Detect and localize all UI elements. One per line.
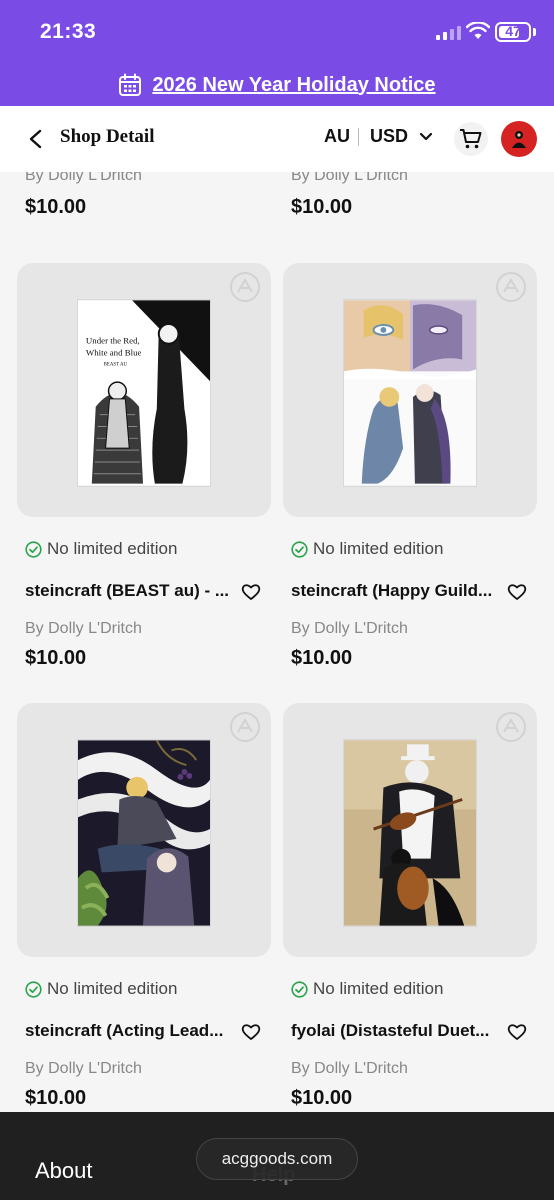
status-bar: 21:33 47 <box>0 0 554 64</box>
edition-badge-text: No limited edition <box>313 979 444 998</box>
watermark-logo-icon <box>230 712 260 742</box>
edition-badge: No limited edition <box>291 979 443 999</box>
cover-title-line: White and Blue <box>86 348 142 358</box>
product-thumbnail[interactable]: Under the Red, White and Blue BEAST AU <box>17 263 271 517</box>
edition-badge-text: No limited edition <box>47 979 178 998</box>
edition-badge: No limited edition <box>25 979 177 999</box>
signal-icon <box>436 24 461 40</box>
product-title[interactable]: steincraft (Happy Guild... <box>291 581 501 601</box>
calendar-icon <box>119 73 142 96</box>
edition-badge-text: No limited edition <box>47 539 178 558</box>
product-author: By Dolly L'Dritch <box>25 620 142 637</box>
product-price: $10.00 <box>25 1087 87 1109</box>
top-banner: 21:33 47 2026 New Year Holiday Notice <box>0 0 554 106</box>
site-footer: About Help acggoods.com <box>0 1112 554 1200</box>
holiday-notice-text: 2026 New Year Holiday Notice <box>152 73 436 96</box>
status-time: 21:33 <box>40 20 97 43</box>
product-title[interactable]: fyolai (Distasteful Duet... <box>291 1021 501 1041</box>
battery-cap <box>533 28 536 36</box>
wifi-icon <box>466 22 490 39</box>
page-title: Shop Detail <box>60 126 155 147</box>
product-title[interactable]: steincraft (BEAST au) - ... <box>25 581 235 601</box>
battery-level: 47 <box>505 23 521 39</box>
footer-about-link[interactable]: About <box>35 1158 93 1184</box>
user-avatar[interactable] <box>501 121 537 157</box>
product-grid: By Dolly L'Dritch $10.00 By Dolly L'Drit… <box>0 172 554 1112</box>
check-circle-icon <box>25 980 42 998</box>
cover-art-distasteful-duet <box>343 739 477 927</box>
edition-badge-text: No limited edition <box>313 539 444 558</box>
back-arrow-icon[interactable] <box>26 128 46 150</box>
product-author: By Dolly L'Dritch <box>291 172 408 184</box>
currency-selector[interactable]: USD <box>370 126 408 147</box>
cover-title-line: Under the Red, <box>86 336 140 346</box>
product-price: $10.00 <box>291 196 353 218</box>
avatar-figure-icon <box>512 131 526 148</box>
product-price: $10.00 <box>25 196 87 218</box>
watermark-logo-icon <box>230 272 260 302</box>
heart-icon[interactable] <box>241 583 261 601</box>
product-title[interactable]: steincraft (Acting Lead... <box>25 1021 235 1041</box>
check-circle-icon <box>291 980 308 998</box>
holiday-notice-link[interactable]: 2026 New Year Holiday Notice <box>0 66 554 104</box>
product-thumbnail[interactable] <box>283 263 537 517</box>
check-circle-icon <box>291 540 308 558</box>
cover-subtitle: BEAST AU <box>104 362 128 367</box>
product-thumbnail[interactable] <box>17 703 271 957</box>
product-author: By Dolly L'Dritch <box>25 1060 142 1077</box>
cover-art-beast-au: Under the Red, White and Blue BEAST AU <box>77 299 211 487</box>
edition-badge: No limited edition <box>25 539 177 559</box>
cart-icon <box>460 129 482 149</box>
heart-icon[interactable] <box>507 583 527 601</box>
cover-art-happy-guild <box>343 299 477 487</box>
product-thumbnail[interactable] <box>283 703 537 957</box>
cover-art-acting-lead <box>77 739 211 927</box>
divider <box>358 128 359 146</box>
heart-icon[interactable] <box>507 1023 527 1041</box>
top-nav: Shop Detail AU USD <box>0 106 554 172</box>
battery-icon: 47 <box>495 22 531 42</box>
product-price: $10.00 <box>25 647 87 669</box>
check-circle-icon <box>25 540 42 558</box>
browser-url-bar[interactable]: acggoods.com <box>196 1138 358 1180</box>
chevron-down-icon[interactable] <box>419 132 433 142</box>
product-price: $10.00 <box>291 647 353 669</box>
watermark-logo-icon <box>496 272 526 302</box>
cart-button[interactable] <box>454 122 488 156</box>
watermark-logo-icon <box>496 712 526 742</box>
product-price: $10.00 <box>291 1087 353 1109</box>
region-selector[interactable]: AU <box>324 126 350 147</box>
url-text: acggoods.com <box>221 1149 333 1168</box>
product-author: By Dolly L'Dritch <box>291 620 408 637</box>
heart-icon[interactable] <box>241 1023 261 1041</box>
product-author: By Dolly L'Dritch <box>25 172 142 184</box>
edition-badge: No limited edition <box>291 539 443 559</box>
product-author: By Dolly L'Dritch <box>291 1060 408 1077</box>
